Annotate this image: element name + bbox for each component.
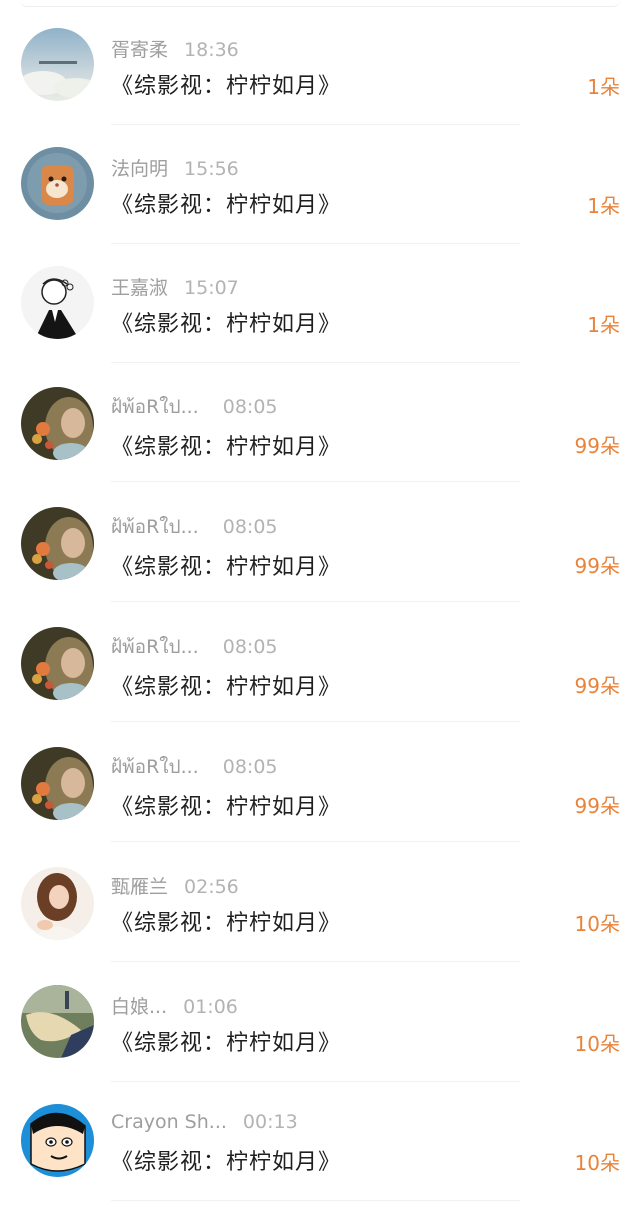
item-meta: 甄雁兰 02:56 xyxy=(111,872,239,899)
list-item[interactable]: 胥寄柔 18:36 《综影视：柠柠如月》 1朵 xyxy=(0,6,640,125)
list-item[interactable]: 王嘉淑 15:07 《综影视：柠柠如月》 1朵 xyxy=(0,244,640,363)
item-meta: ฝ้พ้อRใป... 08:05 xyxy=(111,632,278,662)
item-meta: 法向明 15:56 xyxy=(111,154,239,181)
user-name[interactable]: ฝ้พ้อRใป... xyxy=(111,752,199,782)
girl-flowers-avatar[interactable] xyxy=(21,747,94,820)
user-name[interactable]: 白娘... xyxy=(111,992,167,1019)
book-title[interactable]: 《综影视：柠柠如月》 xyxy=(111,187,341,219)
book-title[interactable]: 《综影视：柠柠如月》 xyxy=(111,905,341,937)
user-name[interactable]: 胥寄柔 xyxy=(111,35,168,62)
flower-count: 1朵 xyxy=(587,194,620,218)
book-title[interactable]: 《综影视：柠柠如月》 xyxy=(111,306,341,338)
divider xyxy=(111,1200,520,1201)
book-title[interactable]: 《综影视：柠柠如月》 xyxy=(111,789,341,821)
girl-flowers-avatar[interactable] xyxy=(21,507,94,580)
timestamp: 08:05 xyxy=(222,516,278,538)
item-meta: Crayon Sh... 00:13 xyxy=(111,1111,298,1133)
flower-count: 99朵 xyxy=(574,674,620,698)
user-name[interactable]: 甄雁兰 xyxy=(111,872,168,899)
flower-count: 10朵 xyxy=(574,1032,620,1056)
timestamp: 00:13 xyxy=(242,1111,298,1133)
item-meta: ฝ้พ้อRใป... 08:05 xyxy=(111,512,278,542)
list-item[interactable]: Crayon Sh... 00:13 《综影视：柠柠如月》 10朵 xyxy=(0,1082,640,1201)
book-title[interactable]: 《综影视：柠柠如月》 xyxy=(111,429,341,461)
item-meta: ฝ้พ้อRใป... 08:05 xyxy=(111,752,278,782)
flower-count: 1朵 xyxy=(587,75,620,99)
book-title[interactable]: 《综影视：柠柠如月》 xyxy=(111,1025,341,1057)
flower-count: 99朵 xyxy=(574,794,620,818)
timestamp: 08:05 xyxy=(222,756,278,778)
book-title[interactable]: 《综影视：柠柠如月》 xyxy=(111,1144,341,1176)
book-title[interactable]: 《综影视：柠柠如月》 xyxy=(111,669,341,701)
sky-avatar[interactable] xyxy=(21,28,94,101)
list-item[interactable]: 法向明 15:56 《综影视：柠柠如月》 1朵 xyxy=(0,125,640,244)
girl-photo-avatar[interactable] xyxy=(21,867,94,940)
timestamp: 18:36 xyxy=(184,39,239,61)
divider xyxy=(111,721,520,722)
list-item[interactable]: ฝ้พ้อRใป... 08:05 《综影视：柠柠如月》 99朵 xyxy=(0,723,640,842)
divider xyxy=(111,601,520,602)
divider xyxy=(111,961,520,962)
sketch-girl-avatar[interactable] xyxy=(21,266,94,339)
item-meta: ฝ้พ้อRใป... 08:05 xyxy=(111,392,278,422)
timestamp: 15:07 xyxy=(184,277,239,299)
flower-count: 10朵 xyxy=(574,912,620,936)
user-name[interactable]: Crayon Sh... xyxy=(111,1111,227,1133)
divider xyxy=(111,481,520,482)
user-name[interactable]: 法向明 xyxy=(111,154,168,181)
girl-flowers-avatar[interactable] xyxy=(21,387,94,460)
flower-count: 99朵 xyxy=(574,434,620,458)
item-meta: 白娘... 01:06 xyxy=(111,992,238,1019)
list-item[interactable]: 白娘... 01:06 《综影视：柠柠如月》 10朵 xyxy=(0,963,640,1082)
user-name[interactable]: ฝ้พ้อRใป... xyxy=(111,392,199,422)
timestamp: 02:56 xyxy=(184,876,239,898)
timestamp: 08:05 xyxy=(222,636,278,658)
list-item[interactable]: 甄雁兰 02:56 《综影视：柠柠如月》 10朵 xyxy=(0,843,640,962)
user-name[interactable]: ฝ้พ้อRใป... xyxy=(111,512,199,542)
item-meta: 王嘉淑 15:07 xyxy=(111,273,239,300)
user-name[interactable]: ฝ้พ้อRใป... xyxy=(111,632,199,662)
flower-count: 1朵 xyxy=(587,313,620,337)
list-item[interactable]: ฝ้พ้อRใป... 08:05 《综影视：柠柠如月》 99朵 xyxy=(0,363,640,482)
list-item[interactable]: ฝ้พ้อRใป... 08:05 《综影视：柠柠如月》 99朵 xyxy=(0,483,640,602)
cartoon-boy-avatar[interactable] xyxy=(21,1104,94,1177)
item-meta: 胥寄柔 18:36 xyxy=(111,35,239,62)
timestamp: 15:56 xyxy=(184,158,239,180)
girl-flowers-avatar[interactable] xyxy=(21,627,94,700)
user-name[interactable]: 王嘉淑 xyxy=(111,273,168,300)
timestamp: 01:06 xyxy=(183,996,238,1018)
hamster-avatar[interactable] xyxy=(21,147,94,220)
book-title[interactable]: 《综影视：柠柠如月》 xyxy=(111,549,341,581)
divider xyxy=(111,841,520,842)
flower-count: 99朵 xyxy=(574,554,620,578)
book-title[interactable]: 《综影视：柠柠如月》 xyxy=(111,68,341,100)
timestamp: 08:05 xyxy=(222,396,278,418)
flower-count: 10朵 xyxy=(574,1151,620,1175)
list-item[interactable]: ฝ้พ้อRใป... 08:05 《综影视：柠柠如月》 99朵 xyxy=(0,603,640,722)
blonde-hair-avatar[interactable] xyxy=(21,985,94,1058)
